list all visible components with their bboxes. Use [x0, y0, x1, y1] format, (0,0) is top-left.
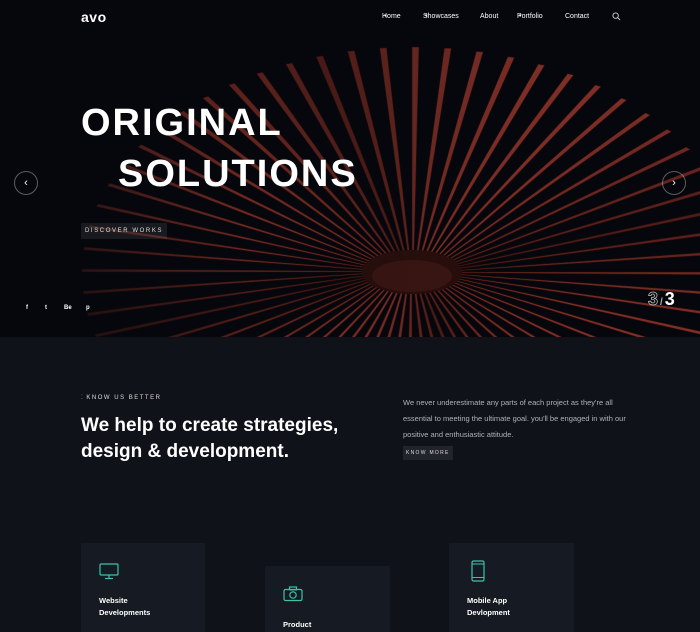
twitter-icon[interactable]: t	[45, 305, 47, 311]
know-more-button[interactable]: KNOW MORE	[403, 446, 453, 460]
chevron-down-icon: ▾	[384, 13, 387, 19]
service-title-line-2: Developments	[99, 608, 151, 617]
service-title: Product	[283, 619, 311, 631]
headline-line-1: We help to create strategies,	[81, 415, 339, 436]
phone-icon	[471, 560, 485, 582]
slide-total: 3	[664, 289, 675, 309]
section-tagline: ⁚ KNOW US BETTER	[81, 394, 161, 401]
nav-item-contact[interactable]: Contact	[565, 13, 589, 20]
service-title: Mobile App Devlopment	[467, 595, 510, 619]
tagline-text: KNOW US BETTER	[86, 395, 162, 401]
nav-item-about[interactable]: About	[480, 13, 498, 20]
service-title-line-1: Website	[99, 596, 128, 605]
behance-icon[interactable]: Be	[64, 305, 72, 311]
chevron-down-icon: ▾	[425, 13, 428, 19]
nav-label: Showcases	[423, 13, 459, 20]
service-title-line-2: Devlopment	[467, 608, 510, 617]
chevron-left-icon: ‹	[24, 177, 28, 189]
search-icon[interactable]	[612, 12, 621, 21]
headline-line-2: design & development.	[81, 441, 289, 462]
logo[interactable]: avo	[81, 9, 107, 25]
slider-prev-button[interactable]: ‹	[14, 171, 38, 195]
chevron-down-icon: ▾	[519, 13, 522, 19]
service-title-line-1: Product	[283, 620, 312, 629]
pinterest-icon[interactable]: p	[86, 305, 90, 311]
slider-next-button[interactable]: ›	[662, 171, 686, 195]
discover-works-button[interactable]: DISCOVER WORKS	[81, 223, 168, 239]
camera-icon	[283, 586, 303, 602]
service-card-product[interactable]: Product	[265, 566, 390, 632]
monitor-icon	[99, 563, 119, 580]
slide-current: 3	[648, 289, 659, 310]
slide-separator: /	[660, 297, 663, 308]
service-card-mobile[interactable]: Mobile App Devlopment	[449, 543, 574, 632]
tagline-mark: ⁚	[81, 395, 85, 401]
facebook-icon[interactable]: f	[26, 305, 28, 311]
service-title: Website Developments	[99, 595, 150, 619]
hero-title-line-2: SOLUTIONS	[118, 153, 358, 195]
hero-slider: avo Home ▾ Showcases ▾ About Portfolio ▾ Co…	[0, 0, 700, 337]
service-card-website[interactable]: Website Developments	[81, 543, 205, 632]
about-paragraph: We never underestimate any parts of each…	[403, 398, 626, 439]
top-navigation: avo Home ▾ Showcases ▾ About Portfolio ▾ Co…	[0, 0, 700, 34]
service-title-line-1: Mobile App	[467, 596, 508, 605]
about-headline: We help to create strategies, design & d…	[81, 413, 381, 465]
hero-title-line-1: ORIGINAL	[81, 102, 283, 144]
slide-counter: 3/3	[648, 289, 675, 310]
chevron-right-icon: ›	[672, 177, 676, 189]
